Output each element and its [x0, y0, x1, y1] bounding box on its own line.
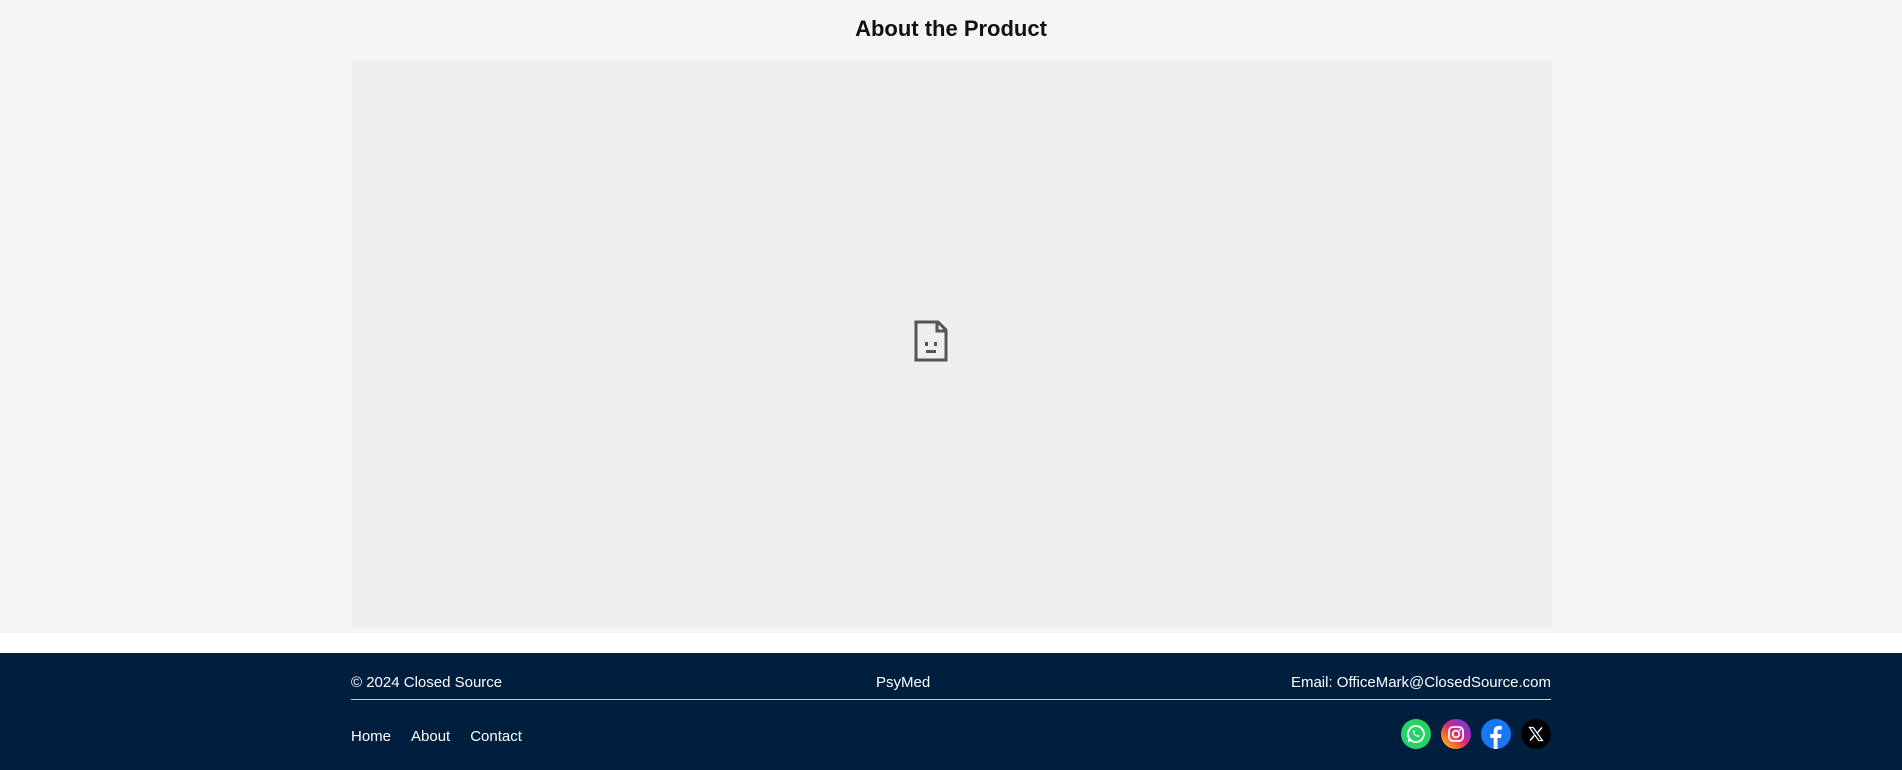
- whatsapp-icon[interactable]: [1401, 719, 1431, 749]
- broken-document-icon: [914, 320, 948, 362]
- nav-link-home[interactable]: Home: [351, 728, 391, 745]
- x-icon[interactable]: [1521, 719, 1551, 749]
- facebook-icon[interactable]: [1481, 719, 1511, 749]
- copyright-text: © 2024 Closed Source: [351, 674, 503, 691]
- footer-divider: [351, 699, 1551, 700]
- nav-link-contact[interactable]: Contact: [470, 728, 522, 745]
- social-links: [1401, 719, 1551, 749]
- contact-email[interactable]: Email: OfficeMark@ClosedSource.com: [1291, 674, 1551, 691]
- footer-nav: Home About Contact: [351, 728, 522, 745]
- instagram-icon[interactable]: [1441, 719, 1471, 749]
- embedded-content-frame[interactable]: [352, 60, 1552, 628]
- brand-name: PsyMed: [876, 674, 931, 691]
- about-section: About the Product: [0, 0, 1902, 633]
- section-title: About the Product: [855, 16, 1047, 41]
- nav-link-about[interactable]: About: [411, 728, 450, 745]
- site-footer: © 2024 Closed Source PsyMed Email: Offic…: [0, 653, 1902, 770]
